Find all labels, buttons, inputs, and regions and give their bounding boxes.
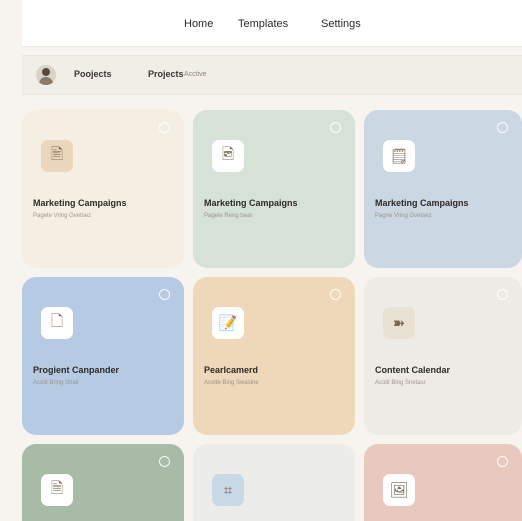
edit-doc-icon: 📝 <box>218 315 238 332</box>
send-icon: ➽ <box>392 315 406 332</box>
project-card[interactable]: 🖹 Marketing Campaigns Pagete Vring Gvets… <box>22 110 184 268</box>
project-card[interactable]: 🗒 Marketing Campaigns Pagne Vring Gvetse… <box>364 110 522 268</box>
card-subtitle: Acolit Bing Snetasr <box>375 380 426 386</box>
nav-settings[interactable]: Settings <box>321 18 361 30</box>
project-card[interactable]: 🗋 Progient Canpander Acolit Bring Shair <box>22 277 184 435</box>
card-select-dot[interactable] <box>159 122 170 133</box>
card-select-dot[interactable] <box>159 289 170 300</box>
list-doc-icon: 🗒 <box>389 148 409 165</box>
project-card[interactable]: 🖼 <box>364 444 522 521</box>
card-subtitle: Acolit Bring Shair <box>33 380 80 386</box>
card-select-dot[interactable] <box>497 289 508 300</box>
project-card[interactable]: 🗎 <box>22 444 184 521</box>
breadcrumb: Poojects Projects Acctive <box>22 55 522 95</box>
card-select-dot[interactable] <box>497 456 508 467</box>
document-icon: 🖹 <box>50 145 64 163</box>
breadcrumb-item-poojects[interactable]: Poojects <box>74 69 112 79</box>
card-icon-box: 🗋 <box>41 307 73 339</box>
card-select-dot[interactable] <box>330 122 341 133</box>
card-title: Marketing Campaigns <box>375 198 469 208</box>
breadcrumb-item-projects[interactable]: Projects <box>148 69 184 79</box>
card-title: Pearlcamerd <box>204 365 259 375</box>
card-select-dot[interactable] <box>159 456 170 467</box>
card-title: Marketing Campaigns <box>33 198 127 208</box>
top-nav-bar: Home Templates Settings <box>22 0 522 47</box>
card-title: Marketing Campaigns <box>204 198 298 208</box>
card-icon-box: 🗎 <box>41 474 73 506</box>
avatar[interactable] <box>36 65 56 85</box>
card-subtitle: Pagne Vring Gvetsez <box>375 213 432 219</box>
nav-templates[interactable]: Templates <box>238 18 288 30</box>
card-icon-box: 🖻 <box>212 140 244 172</box>
chart-doc-icon: 🖻 <box>221 145 235 163</box>
card-subtitle: Pagete Vring Gvetsez <box>33 213 92 219</box>
card-subtitle: Acolte Bing Swasine <box>204 380 259 386</box>
card-select-dot[interactable] <box>497 122 508 133</box>
card-icon-box: 📝 <box>212 307 244 339</box>
project-card[interactable]: ➽ Content Calendar Acolit Bing Snetasr <box>364 277 522 435</box>
card-title: Content Calendar <box>375 365 451 375</box>
breadcrumb-item-active: Acctive <box>184 71 207 78</box>
card-icon-box: ⌗ <box>212 474 244 506</box>
nav-home[interactable]: Home <box>184 18 213 30</box>
card-select-dot[interactable] <box>330 289 341 300</box>
card-icon-box: 🖹 <box>41 140 73 172</box>
card-title: Progient Canpander <box>33 365 120 375</box>
note-icon: 🗋 <box>50 312 64 330</box>
project-card[interactable]: 🖻 Marketing Campaigns Pagele Reng bear <box>193 110 355 268</box>
project-card[interactable]: 📝 Pearlcamerd Acolte Bing Swasine <box>193 277 355 435</box>
gallery-icon: 🖼 <box>389 482 409 499</box>
card-icon-box: 🖼 <box>383 474 415 506</box>
grid-icon: ⌗ <box>223 481 233 499</box>
card-icon-box: 🗒 <box>383 140 415 172</box>
file-icon: 🗎 <box>50 479 64 497</box>
card-subtitle: Pagele Reng bear <box>204 213 253 219</box>
project-card[interactable]: ⌗ <box>193 444 355 521</box>
card-icon-box: ➽ <box>383 307 415 339</box>
